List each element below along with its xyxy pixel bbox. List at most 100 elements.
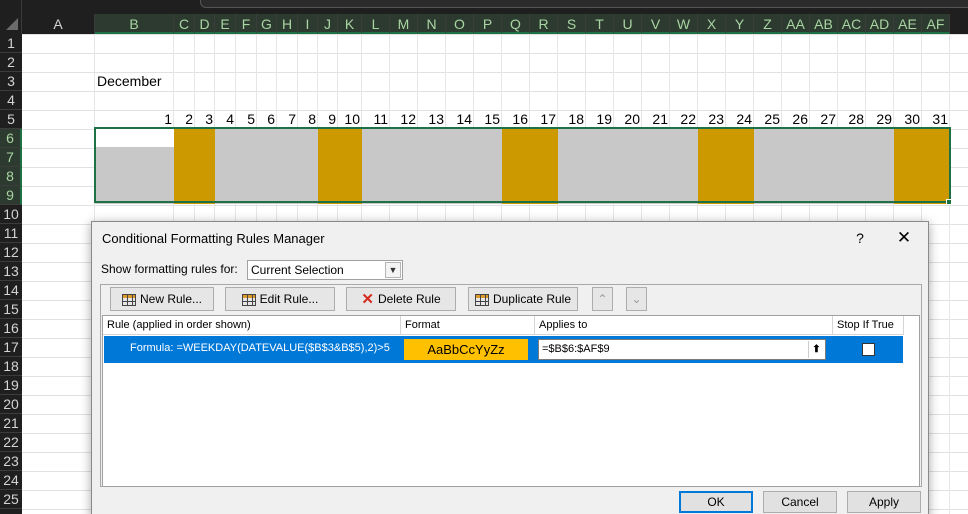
day-number-cell[interactable]: 20 <box>614 111 640 128</box>
applies-to-input[interactable]: =$B$6:$AF$9 ⬆ <box>538 339 826 360</box>
col-header-aa[interactable]: AA <box>782 14 810 34</box>
day-number-cell[interactable]: 2 <box>174 111 193 128</box>
row-header-21[interactable]: 21 <box>0 414 22 433</box>
close-icon[interactable]: ✕ <box>892 226 916 250</box>
col-header-a[interactable]: A <box>22 14 95 34</box>
col-header-u[interactable]: U <box>614 14 642 34</box>
day-number-cell[interactable]: 9 <box>318 111 336 128</box>
delete-rule-button[interactable]: ✕ Delete Rule <box>346 287 456 311</box>
col-header-c[interactable]: C <box>174 14 195 34</box>
day-number-cell[interactable]: 23 <box>698 111 724 128</box>
row-header-15[interactable]: 15 <box>0 300 22 319</box>
col-header-t[interactable]: T <box>586 14 614 34</box>
col-header-v[interactable]: V <box>642 14 670 34</box>
row-header-2[interactable]: 2 <box>0 53 22 72</box>
row-header-20[interactable]: 20 <box>0 395 22 414</box>
row-header-24[interactable]: 24 <box>0 471 22 490</box>
rule-row[interactable]: Formula: =WEEKDAY(DATEVALUE($B$3&B$5),2)… <box>104 336 903 363</box>
col-header-h[interactable]: H <box>277 14 298 34</box>
day-number-cell[interactable]: 10 <box>338 111 360 128</box>
col-header-x[interactable]: X <box>698 14 726 34</box>
day-number-cell[interactable]: 18 <box>558 111 584 128</box>
collapse-dialog-icon[interactable]: ⬆ <box>808 341 824 358</box>
row-header-7[interactable]: 7 <box>0 148 22 167</box>
row-header-12[interactable]: 12 <box>0 243 22 262</box>
edit-rule-button[interactable]: Edit Rule... <box>225 287 335 311</box>
day-number-cell[interactable]: 27 <box>810 111 836 128</box>
day-number-cell[interactable]: 28 <box>838 111 864 128</box>
row-header-13[interactable]: 13 <box>0 262 22 281</box>
ok-button[interactable]: OK <box>679 491 753 513</box>
row-header-4[interactable]: 4 <box>0 91 22 110</box>
rules-list[interactable]: Rule (applied in order shown) Format App… <box>102 315 920 487</box>
day-number-cell[interactable]: 26 <box>782 111 808 128</box>
col-header-ad[interactable]: AD <box>866 14 894 34</box>
chevron-down-icon[interactable]: ▼ <box>385 262 401 278</box>
select-all-corner[interactable] <box>0 0 22 34</box>
col-header-z[interactable]: Z <box>754 14 782 34</box>
day-number-cell[interactable]: 3 <box>195 111 213 128</box>
show-rules-select[interactable]: Current Selection ▼ <box>247 260 403 280</box>
new-rule-button[interactable]: New Rule... <box>110 287 214 311</box>
day-number-cell[interactable]: 12 <box>390 111 416 128</box>
col-header-b[interactable]: B <box>95 14 174 34</box>
cancel-button[interactable]: Cancel <box>763 491 837 513</box>
day-number-cell[interactable]: 8 <box>298 111 316 128</box>
day-number-cell[interactable]: 4 <box>215 111 234 128</box>
col-header-ac[interactable]: AC <box>838 14 866 34</box>
row-header-9[interactable]: 9 <box>0 186 22 205</box>
day-number-cell[interactable]: 21 <box>642 111 668 128</box>
row-header-10[interactable]: 10 <box>0 205 22 224</box>
row-header-3[interactable]: 3 <box>0 72 22 91</box>
row-header-19[interactable]: 19 <box>0 376 22 395</box>
col-header-w[interactable]: W <box>670 14 698 34</box>
col-header-l[interactable]: L <box>362 14 390 34</box>
day-number-cell[interactable]: 16 <box>502 111 528 128</box>
row-header-6[interactable]: 6 <box>0 129 22 148</box>
row-header-25[interactable]: 25 <box>0 490 22 509</box>
col-header-m[interactable]: M <box>390 14 418 34</box>
day-number-cell[interactable]: 29 <box>866 111 892 128</box>
cell-b3-month[interactable]: December <box>97 73 162 89</box>
col-header-f[interactable]: F <box>236 14 257 34</box>
day-number-cell[interactable]: 17 <box>530 111 556 128</box>
col-header-p[interactable]: P <box>474 14 502 34</box>
day-number-cell[interactable]: 25 <box>754 111 780 128</box>
col-header-ab[interactable]: AB <box>810 14 838 34</box>
col-header-g[interactable]: G <box>257 14 277 34</box>
fill-handle[interactable] <box>946 199 952 205</box>
day-number-cell[interactable]: 31 <box>922 111 948 128</box>
day-number-cell[interactable]: 1 <box>95 111 172 128</box>
day-number-cell[interactable]: 7 <box>277 111 296 128</box>
col-header-d[interactable]: D <box>195 14 215 34</box>
help-icon[interactable]: ? <box>850 227 870 249</box>
stop-if-true-checkbox[interactable] <box>862 343 875 356</box>
apply-button[interactable]: Apply <box>847 491 921 513</box>
day-number-cell[interactable]: 24 <box>726 111 752 128</box>
row-header-8[interactable]: 8 <box>0 167 22 186</box>
row-header-16[interactable]: 16 <box>0 319 22 338</box>
row-header-18[interactable]: 18 <box>0 357 22 376</box>
col-header-q[interactable]: Q <box>502 14 530 34</box>
col-header-ae[interactable]: AE <box>894 14 922 34</box>
row-header-14[interactable]: 14 <box>0 281 22 300</box>
move-down-button[interactable]: ⌄ <box>626 287 647 311</box>
duplicate-rule-button[interactable]: Duplicate Rule <box>468 287 578 311</box>
day-number-cell[interactable]: 30 <box>894 111 920 128</box>
row-header-17[interactable]: 17 <box>0 338 22 357</box>
col-header-i[interactable]: I <box>298 14 318 34</box>
col-header-y[interactable]: Y <box>726 14 754 34</box>
day-number-cell[interactable]: 22 <box>670 111 696 128</box>
move-up-button[interactable]: ⌃ <box>592 287 613 311</box>
col-header-o[interactable]: O <box>446 14 474 34</box>
col-header-n[interactable]: N <box>418 14 446 34</box>
col-header-r[interactable]: R <box>530 14 558 34</box>
row-header-1[interactable]: 1 <box>0 34 22 53</box>
col-header-af[interactable]: AF <box>922 14 950 34</box>
day-number-cell[interactable]: 14 <box>446 111 472 128</box>
row-header-22[interactable]: 22 <box>0 433 22 452</box>
row-header-23[interactable]: 23 <box>0 452 22 471</box>
day-number-cell[interactable]: 11 <box>362 111 388 128</box>
day-number-cell[interactable]: 19 <box>586 111 612 128</box>
day-number-cell[interactable]: 15 <box>474 111 500 128</box>
